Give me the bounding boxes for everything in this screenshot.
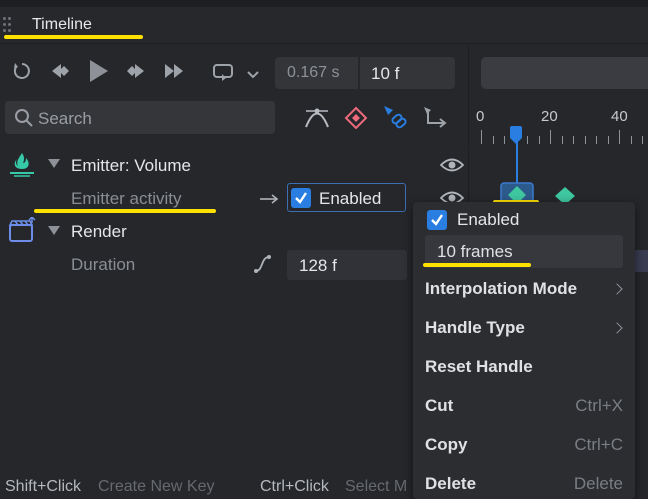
chevron-right-icon (611, 322, 623, 334)
emitter-expand-icon[interactable] (48, 159, 60, 168)
ruler-label-20: 20 (541, 108, 558, 125)
emitter-activity-enabled-field[interactable]: Enabled (287, 183, 406, 212)
search-placeholder: Search (38, 109, 92, 128)
search-input[interactable]: Search (5, 101, 275, 134)
time-frames[interactable]: 10 f (371, 64, 399, 84)
ruler-tick (481, 130, 482, 144)
emitter-visibility-icon[interactable] (439, 157, 465, 178)
render-icon (8, 215, 36, 248)
move-keys-icon[interactable] (422, 105, 448, 135)
ruler-label-0: 0 (476, 108, 485, 125)
panel-title[interactable]: Timeline (32, 16, 92, 34)
emitter-icon (8, 151, 36, 182)
playhead-icon[interactable] (508, 126, 524, 151)
arrow-right-icon (259, 192, 279, 210)
render-expand-icon[interactable] (48, 226, 60, 235)
ruler-tick (561, 136, 563, 144)
annotation-underline-activity (34, 209, 216, 213)
menu-frames-value: 10 frames (437, 242, 513, 261)
menu-item-handle-type[interactable]: Handle Type (425, 318, 525, 338)
duration-field[interactable]: 128 f (287, 250, 407, 280)
render-label[interactable]: Render (71, 222, 127, 242)
fast-forward-icon[interactable] (164, 63, 186, 83)
ruler-tick (619, 130, 620, 144)
next-key-icon[interactable] (124, 63, 146, 83)
menu-enabled-label[interactable]: Enabled (457, 210, 519, 230)
status-hint1-key: Shift+Click (5, 478, 82, 495)
menu-item-reset-handle[interactable]: Reset Handle (425, 357, 533, 377)
status-hint1-action: Create New Key (98, 478, 215, 495)
bezier-curve-icon[interactable] (303, 106, 331, 134)
ruler-tick (573, 136, 574, 144)
chevron-down-icon[interactable] (246, 64, 260, 84)
ruler-tick (607, 136, 609, 144)
duration-label[interactable]: Duration (71, 255, 135, 275)
menu-shortcut-copy: Ctrl+C (574, 435, 623, 454)
current-time-field[interactable]: 0.167 s 10 f (275, 57, 455, 89)
annotation-underline-frames (423, 263, 531, 267)
ruler-tick (642, 136, 643, 144)
top-strip (0, 0, 648, 7)
curve-icon (253, 254, 273, 279)
duration-value: 128 f (299, 256, 337, 275)
reset-icon[interactable] (13, 62, 31, 84)
ruler-tick (596, 136, 597, 144)
ruler-tick (584, 136, 586, 144)
ruler-tick (550, 130, 551, 144)
emitter-activity-label[interactable]: Emitter activity (71, 189, 182, 209)
time-seconds[interactable]: 0.167 s (287, 64, 339, 82)
menu-item-copy[interactable]: Copy (425, 435, 468, 455)
scrub-bar[interactable] (481, 57, 648, 89)
search-icon (14, 108, 34, 133)
ruler-tick (492, 136, 494, 144)
drag-handle-icon[interactable] (3, 17, 11, 35)
enabled-label: Enabled (319, 189, 382, 208)
ruler-tick (527, 136, 528, 144)
menu-item-interpolation-mode[interactable]: Interpolation Mode (425, 279, 577, 299)
status-hint2-action: Select M (345, 478, 408, 495)
previous-key-icon[interactable] (50, 63, 72, 83)
ruler-label-40: 40 (611, 108, 628, 125)
menu-enabled-checkbox[interactable] (427, 210, 447, 230)
ruler-tick (630, 136, 632, 144)
ruler-tick (538, 136, 540, 144)
play-icon[interactable] (89, 59, 109, 87)
menu-shortcut-cut: Ctrl+X (575, 396, 623, 415)
menu-item-cut[interactable]: Cut (425, 396, 453, 416)
keyframe-diamond-icon[interactable] (344, 106, 368, 134)
menu-shortcut-delete: Delete (573, 474, 623, 493)
loop-icon[interactable] (212, 62, 238, 86)
status-hint2-key: Ctrl+Click (260, 478, 329, 495)
menu-item-delete[interactable]: Delete (425, 474, 476, 494)
chevron-right-icon (611, 283, 623, 295)
enabled-checkbox[interactable] (291, 188, 311, 208)
emitter-label[interactable]: Emitter: Volume (71, 156, 191, 176)
keyframe-context-menu: Enabled 10 frames Interpolation Mode Han… (413, 202, 635, 499)
annotation-underline-title (4, 35, 143, 39)
ruler-tick (504, 136, 505, 144)
link-keys-icon[interactable] (383, 105, 409, 135)
time-separator (358, 57, 360, 89)
